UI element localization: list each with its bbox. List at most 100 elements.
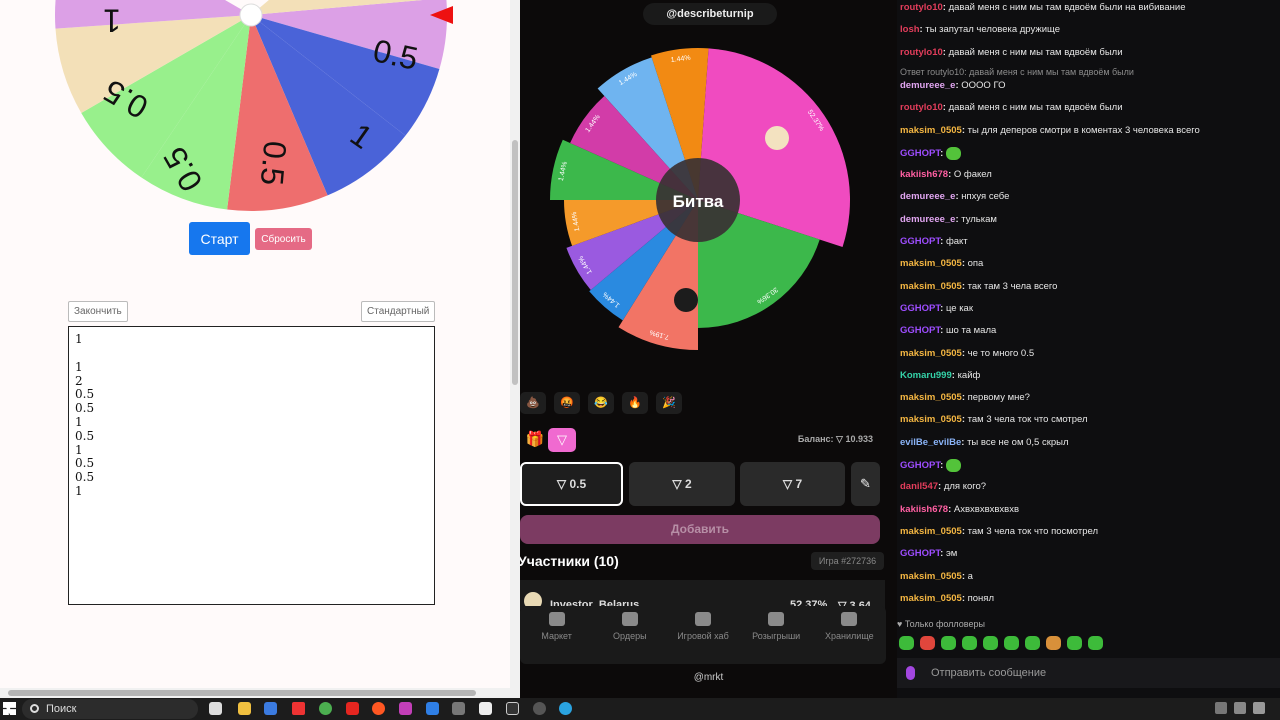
chat-message: maksim_0505: так там 3 чела всего [900,281,1057,292]
emote-icon[interactable] [962,636,977,650]
giveaway-icon [768,612,785,626]
stream-chat: routylo10: давай меня с ним мы там вдвоё… [897,0,1280,698]
gift-icon[interactable]: 🎁 [524,430,546,452]
gamepad-icon [694,612,711,626]
microphone-icon[interactable] [906,666,915,680]
app-icon[interactable] [506,702,519,715]
explorer-icon[interactable] [238,702,251,715]
add-button[interactable]: Добавить [520,515,880,544]
textarea-line: 1 [75,414,83,429]
app-icon[interactable] [479,702,492,715]
textarea-line [75,347,428,361]
emoji-reaction-button[interactable]: 🤬 [554,392,580,414]
chat-username[interactable]: Komaru999 [900,370,952,381]
chat-input-placeholder: Отправить сообщение [931,667,1047,679]
chat-username[interactable]: GGHOPT [900,236,940,247]
chat-username[interactable]: losh [900,24,920,35]
emote-icon[interactable] [1004,636,1019,650]
bet-option-0-5[interactable]: ▽ 0.5 [520,462,623,506]
taskbar-search[interactable]: Поиск [22,699,198,719]
opera-icon[interactable] [372,702,385,715]
bet-option-2[interactable]: ▽ 2 [629,462,735,506]
vertical-scrollbar[interactable] [510,0,520,698]
chat-username[interactable]: demureee_e [900,80,955,91]
chat-username[interactable]: maksim_0505 [900,392,962,403]
emoji-reaction-button[interactable]: 🔥 [622,392,648,414]
store-icon[interactable] [264,702,277,715]
emoji-reaction-button[interactable]: 😂 [588,392,614,414]
chat-username[interactable]: maksim_0505 [900,414,962,425]
chat-username[interactable]: kakiish678 [900,504,948,515]
chat-message: routylo10: давай меня с ним мы там вдвоё… [900,102,1123,113]
bet-option-7[interactable]: ▽ 7 [740,462,845,506]
chat-username[interactable]: danil547 [900,481,938,492]
emote-icon[interactable] [1088,636,1103,650]
nav-game-hub[interactable]: Игровой хаб [667,606,739,664]
emote-icon[interactable] [1025,636,1040,650]
emote-row[interactable] [899,636,1103,650]
chat-username[interactable]: maksim_0505 [900,571,962,582]
app-icon[interactable] [426,702,439,715]
nav-market[interactable]: Маркет [521,606,593,664]
horizontal-scrollbar[interactable] [0,688,510,698]
reset-button[interactable]: Сбросить [255,228,312,250]
telegram-icon[interactable] [559,702,572,715]
chat-input[interactable]: Отправить сообщение [897,658,1280,688]
app-icon[interactable] [452,702,465,715]
chat-username[interactable]: GGHOPT [900,325,940,336]
emote-icon[interactable] [1046,636,1061,650]
chat-username[interactable]: GGHOPT [900,548,940,559]
chat-username[interactable]: GGHOPT [900,460,940,471]
nav-orders[interactable]: Ордеры [594,606,666,664]
participants-heading: Участники (10) [520,553,619,569]
emote-icon[interactable] [920,636,935,650]
tray-icon[interactable] [1253,702,1265,714]
chat-username[interactable]: maksim_0505 [900,281,962,292]
chat-username[interactable]: maksim_0505 [900,348,962,359]
emote-icon[interactable] [899,636,914,650]
values-textarea[interactable]: 1 1 2 0.5 0.5 1 0.5 1 0.5 0.5 1 [68,326,435,605]
chat-username[interactable]: evilBe_evilBe [900,437,961,448]
chat-message: routylo10: давай меня с ним мы там вдвоё… [900,2,1185,13]
yandex-icon[interactable] [292,702,305,715]
fortune-wheel[interactable]: 0.50.50.510.51 [0,0,510,215]
chat-username[interactable]: kakiish678 [900,169,948,180]
app-icon[interactable] [533,702,546,715]
emoji-reaction-button[interactable]: 💩 [520,392,546,414]
emote-icon[interactable] [983,636,998,650]
chat-username[interactable]: GGHOPT [900,148,940,159]
emote-icon[interactable] [1067,636,1082,650]
app-icon[interactable] [399,702,412,715]
nav-giveaways[interactable]: Розыгрыши [740,606,812,664]
chat-username[interactable]: maksim_0505 [900,526,962,537]
chat-username[interactable]: maksim_0505 [900,593,962,604]
start-button[interactable]: Старт [189,222,250,255]
tray-icon[interactable] [1215,702,1227,714]
chat-message: maksim_0505: там 3 чела ток что смотрел [900,414,1088,425]
chat-username[interactable]: routylo10 [900,47,943,58]
chat-text: кайф [957,369,981,381]
chat-username[interactable]: GGHOPT [900,303,940,314]
textarea-line: 2 [75,373,83,388]
chrome-icon[interactable] [319,702,332,715]
task-view-icon[interactable] [209,702,222,715]
standard-button[interactable]: Стандартный [361,301,436,322]
chat-username[interactable]: maksim_0505 [900,125,962,136]
tray-icon[interactable] [1234,702,1246,714]
chat-username[interactable]: maksim_0505 [900,258,962,269]
chat-text: Ахвхвхвхвхвхв [953,503,1020,515]
yandex-browser-icon[interactable] [346,702,359,715]
emote-icon[interactable] [941,636,956,650]
edit-bet-icon[interactable]: ✎ [851,462,880,506]
emoji-reaction-button[interactable]: 🎉 [656,392,682,414]
chat-username[interactable]: routylo10 [900,102,943,113]
finish-button[interactable]: Закончить [68,301,128,322]
windows-start-icon[interactable] [3,702,16,715]
chat-username[interactable]: demureee_e [900,214,955,225]
chat-text: нпхуя себе [961,191,1010,203]
chat-username[interactable]: routylo10 [900,2,943,13]
nav-storage[interactable]: Хранилище [813,606,885,664]
chat-username[interactable]: demureee_e [900,191,955,202]
wheel-app-panel: 0.5 0.5 0.5 1 0.5 1 Старт Сбросить Закончить … [0,0,520,698]
ton-currency-icon[interactable]: ▽ [548,428,576,452]
